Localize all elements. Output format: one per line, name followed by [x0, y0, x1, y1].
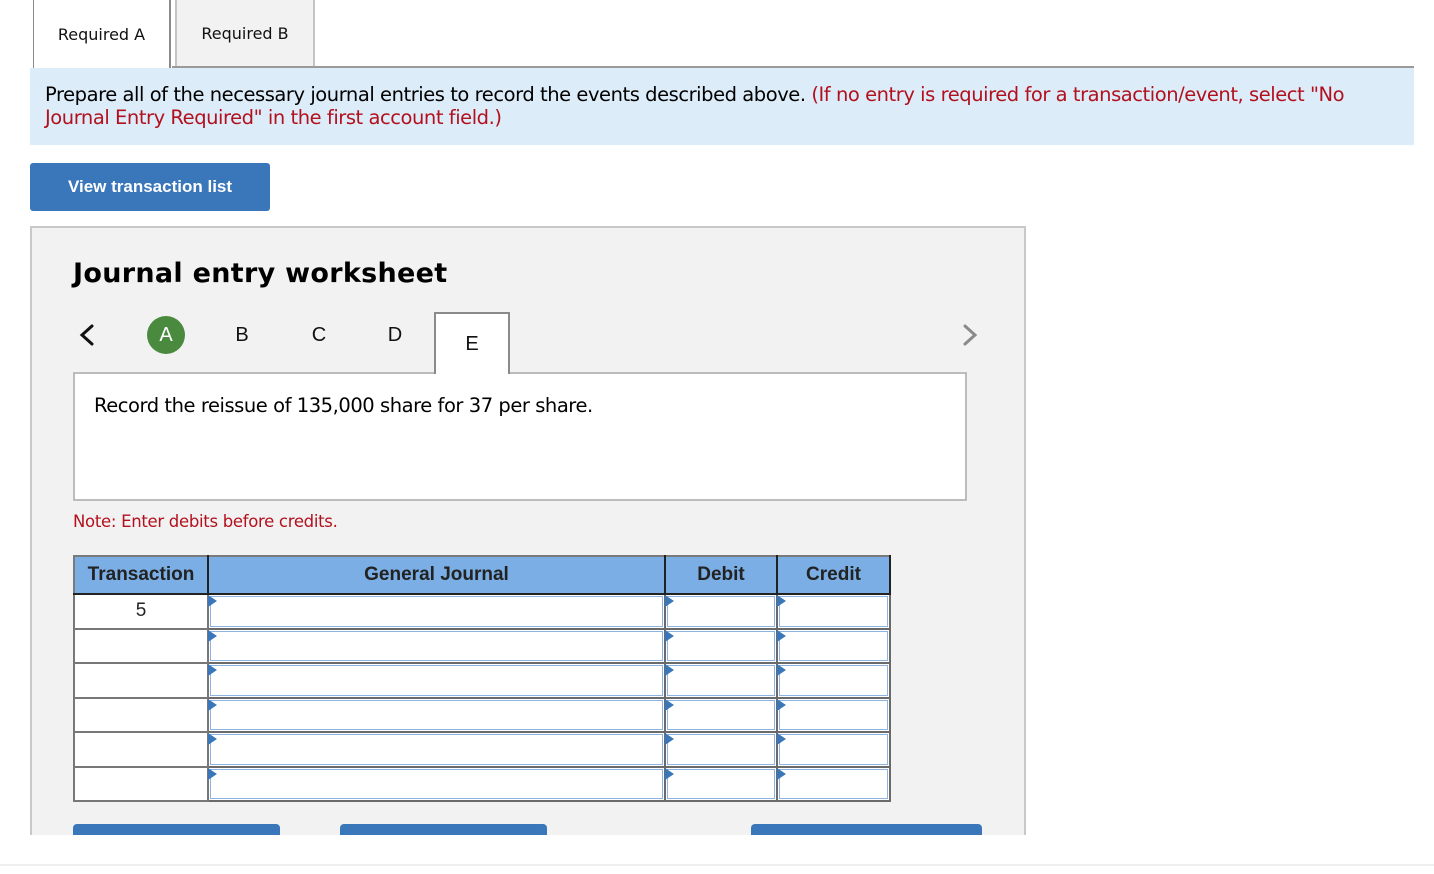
- cell-flag-icon: [208, 629, 217, 642]
- credit-field-cell: [776, 731, 891, 768]
- credit-field-cell: [776, 696, 891, 733]
- table-row: [73, 696, 891, 733]
- debit-field[interactable]: [667, 768, 775, 799]
- table-row: [73, 627, 891, 664]
- step-e[interactable]: E: [434, 312, 510, 374]
- cell-flag-icon: [665, 629, 674, 642]
- footer-divider: [0, 864, 1434, 866]
- cell-flag-icon: [208, 664, 217, 676]
- step-c[interactable]: C: [299, 316, 339, 354]
- account-field-cell: [207, 662, 666, 699]
- credit-field[interactable]: [779, 699, 888, 730]
- cell-flag-icon: [208, 767, 217, 780]
- cell-flag-icon: [777, 664, 786, 676]
- transaction-number: [73, 731, 209, 768]
- account-field-cell: [207, 593, 666, 630]
- cell-flag-icon: [208, 698, 217, 711]
- previous-entry-button[interactable]: [72, 320, 102, 350]
- view-transaction-list-button[interactable]: View transaction list: [30, 163, 270, 211]
- cell-flag-icon: [777, 733, 786, 745]
- header-general-journal: General Journal: [207, 555, 666, 595]
- credit-field-cell: [776, 662, 891, 699]
- cell-flag-icon: [665, 595, 674, 607]
- cell-flag-icon: [777, 767, 786, 780]
- table-row: [73, 662, 891, 699]
- journal-table: Transaction General Journal Debit Credit…: [73, 555, 891, 802]
- instruction-banner: Prepare all of the necessary journal ent…: [30, 68, 1414, 145]
- debits-note: Note: Enter debits before credits.: [73, 512, 338, 531]
- transaction-number: [73, 765, 209, 802]
- debit-field-cell: [664, 627, 778, 664]
- account-field[interactable]: [210, 768, 663, 799]
- debit-field-cell: [664, 696, 778, 733]
- required-tabs: Required A Required B: [33, 0, 315, 68]
- transaction-number: [73, 696, 209, 733]
- debit-field[interactable]: [667, 630, 775, 661]
- credit-field-cell: [776, 593, 891, 630]
- cell-flag-icon: [777, 595, 786, 607]
- credit-field-cell: [776, 765, 891, 802]
- transaction-number: 5: [73, 593, 209, 630]
- next-entry-button[interactable]: [955, 320, 985, 350]
- account-field-cell: [207, 627, 666, 664]
- tab-required-b[interactable]: Required B: [175, 0, 315, 66]
- credit-field-cell: [776, 627, 891, 664]
- account-field[interactable]: [210, 665, 663, 696]
- cell-flag-icon: [665, 767, 674, 780]
- transaction-number: [73, 627, 209, 664]
- instruction-text: Prepare all of the necessary journal ent…: [45, 83, 806, 106]
- cell-flag-icon: [208, 733, 217, 745]
- table-row: [73, 731, 891, 768]
- transaction-description: Record the reissue of 135,000 share for …: [73, 372, 967, 501]
- table-row: [73, 765, 891, 802]
- account-field[interactable]: [210, 734, 663, 765]
- cell-flag-icon: [665, 698, 674, 711]
- worksheet-title: Journal entry worksheet: [73, 258, 448, 289]
- step-a[interactable]: A: [147, 316, 185, 354]
- cell-flag-icon: [777, 629, 786, 642]
- table-row: 5: [73, 593, 891, 630]
- transaction-number: [73, 662, 209, 699]
- chevron-left-icon: [79, 324, 94, 346]
- cell-flag-icon: [208, 595, 217, 607]
- account-field[interactable]: [210, 630, 663, 661]
- debit-field[interactable]: [667, 596, 775, 627]
- account-field[interactable]: [210, 596, 663, 627]
- viewport-clip: [0, 835, 1434, 874]
- account-field[interactable]: [210, 699, 663, 730]
- account-field-cell: [207, 731, 666, 768]
- credit-field[interactable]: [779, 768, 888, 799]
- journal-entry-worksheet-panel: Journal entry worksheet A B C D E Record…: [30, 226, 1026, 846]
- credit-field[interactable]: [779, 630, 888, 661]
- account-field-cell: [207, 696, 666, 733]
- debit-field-cell: [664, 731, 778, 768]
- cell-flag-icon: [777, 698, 786, 711]
- debit-field[interactable]: [667, 699, 775, 730]
- debit-field[interactable]: [667, 665, 775, 696]
- step-b[interactable]: B: [222, 316, 262, 354]
- chevron-right-icon: [963, 324, 978, 346]
- debit-field-cell: [664, 593, 778, 630]
- credit-field[interactable]: [779, 596, 888, 627]
- debit-field-cell: [664, 662, 778, 699]
- credit-field[interactable]: [779, 734, 888, 765]
- debit-field-cell: [664, 765, 778, 802]
- credit-field[interactable]: [779, 665, 888, 696]
- account-field-cell: [207, 765, 666, 802]
- debit-field[interactable]: [667, 734, 775, 765]
- header-transaction: Transaction: [73, 555, 209, 595]
- tab-required-a[interactable]: Required A: [33, 0, 171, 68]
- cell-flag-icon: [665, 733, 674, 745]
- header-credit: Credit: [776, 555, 891, 595]
- header-debit: Debit: [664, 555, 778, 595]
- cell-flag-icon: [665, 664, 674, 676]
- step-d[interactable]: D: [375, 316, 415, 354]
